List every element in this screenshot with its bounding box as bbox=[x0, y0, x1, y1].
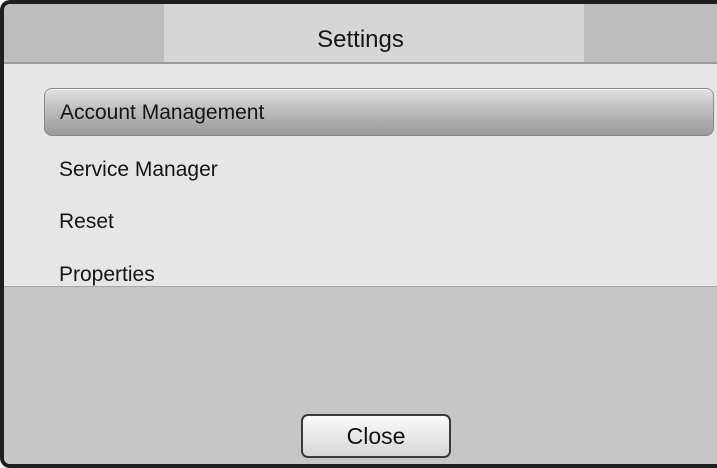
dialog-title: Settings bbox=[317, 26, 404, 53]
close-button[interactable]: Close bbox=[301, 414, 451, 458]
menu-item-reset[interactable]: Reset bbox=[44, 198, 714, 246]
menu-item-account-management[interactable]: Account Management bbox=[44, 88, 714, 136]
settings-menu-list: Account Management Service Manager Reset… bbox=[4, 64, 717, 286]
dialog-header: Settings bbox=[4, 4, 717, 64]
menu-item-service-manager[interactable]: Service Manager bbox=[44, 146, 714, 194]
settings-dialog: Settings Account Management Service Mana… bbox=[0, 0, 717, 468]
